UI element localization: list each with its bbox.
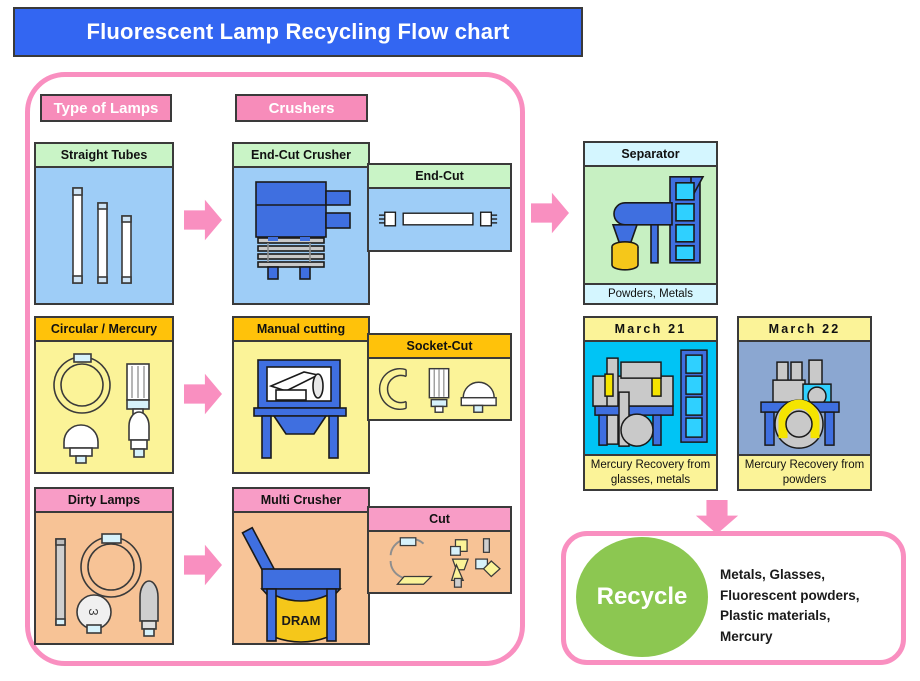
panel-end-cut-crusher-body xyxy=(234,168,368,303)
circular-mercury-lamps-icon xyxy=(53,353,150,464)
panel-march-21-body xyxy=(585,342,716,455)
panel-march-21-caption: March 21 xyxy=(585,318,716,342)
panel-socket-cut-caption: Socket-Cut xyxy=(369,335,510,359)
panel-dirty-lamps-caption: Dirty Lamps xyxy=(36,489,172,513)
panel-march-21: March 21 Mercury Recovery from glasses, … xyxy=(583,316,718,491)
panel-march-22: March 22 Mercury Recovery from powders xyxy=(737,316,872,491)
march-21-equipment-icon xyxy=(592,349,708,447)
panel-manual-cutting-body xyxy=(234,342,368,472)
recycle-badge-label: Recycle xyxy=(596,583,688,610)
recycle-badge: Recycle xyxy=(576,537,708,657)
panel-socket-cut: Socket-Cut xyxy=(367,333,512,421)
panel-cut-body xyxy=(369,532,510,592)
panel-march-22-footer: Mercury Recovery from powders xyxy=(739,454,870,489)
flow-arrow-down-to-recycle xyxy=(695,500,739,534)
panel-march-22-caption: March 22 xyxy=(739,318,870,342)
panel-cut-caption: Cut xyxy=(369,508,510,532)
panel-end-cut-crusher: End-Cut Crusher xyxy=(232,142,370,305)
panel-end-cut: End-Cut xyxy=(367,163,512,252)
panel-separator-footer: Powders, Metals xyxy=(585,282,716,303)
panel-socket-cut-body xyxy=(369,359,510,419)
panel-dirty-lamps: Dirty Lamps 3 xyxy=(34,487,174,645)
panel-circular-mercury-caption: Circular / Mercury xyxy=(36,318,172,342)
multi-crusher-machine-icon: DRAM xyxy=(241,526,342,643)
panel-manual-cutting-caption: Manual cutting xyxy=(234,318,368,342)
panel-separator-caption: Separator xyxy=(585,143,716,167)
recycle-output-list: Metals, Glasses, Fluorescent powders, Plas… xyxy=(720,567,860,644)
page-title-bar: Fluorescent Lamp Recycling Flow chart xyxy=(13,7,583,57)
column-header-crushers-label: Crushers xyxy=(268,99,335,117)
panel-multi-crusher-caption: Multi Crusher xyxy=(234,489,368,513)
svg-text:3: 3 xyxy=(86,608,101,615)
column-header-crushers: Crushers xyxy=(235,94,368,122)
straight-tubes-icon xyxy=(72,187,132,284)
socket-cut-parts-icon xyxy=(378,367,497,413)
flow-arrow-right-to-separator xyxy=(531,192,569,234)
panel-march-21-footer: Mercury Recovery from glasses, metals xyxy=(585,454,716,489)
panel-dirty-lamps-body: 3 xyxy=(36,513,172,643)
panel-march-22-body xyxy=(739,342,870,455)
march-22-equipment-icon xyxy=(760,359,840,449)
panel-manual-cutting: Manual cutting xyxy=(232,316,370,474)
end-cut-tube-icon xyxy=(378,211,498,227)
panel-end-cut-body xyxy=(369,189,510,250)
panel-multi-crusher: Multi Crusher DRAM xyxy=(232,487,370,645)
panel-end-cut-caption: End-Cut xyxy=(369,165,510,189)
panel-straight-tubes-caption: Straight Tubes xyxy=(36,144,172,168)
panel-circular-mercury: Circular / Mercury xyxy=(34,316,174,474)
column-header-type-of-lamps-label: Type of Lamps xyxy=(53,99,159,117)
page-title: Fluorescent Lamp Recycling Flow chart xyxy=(86,19,510,44)
panel-circular-mercury-body xyxy=(36,342,172,472)
panel-end-cut-crusher-caption: End-Cut Crusher xyxy=(234,144,368,168)
column-header-type-of-lamps: Type of Lamps xyxy=(40,94,172,122)
end-cut-crusher-machine-icon xyxy=(255,181,351,280)
separator-machine-icon xyxy=(611,176,705,271)
cut-fragments-icon xyxy=(389,537,501,588)
manual-cutting-bench-icon xyxy=(253,359,347,459)
panel-straight-tubes-body xyxy=(36,168,172,303)
dirty-lamps-icon: 3 xyxy=(55,533,159,637)
panel-multi-crusher-body: DRAM xyxy=(234,513,368,643)
multi-crusher-drum-label: DRAM xyxy=(282,613,321,628)
panel-cut: Cut xyxy=(367,506,512,594)
panel-separator: Separator Powders, Metals xyxy=(583,141,718,305)
panel-straight-tubes: Straight Tubes xyxy=(34,142,174,305)
panel-separator-body xyxy=(585,167,716,283)
